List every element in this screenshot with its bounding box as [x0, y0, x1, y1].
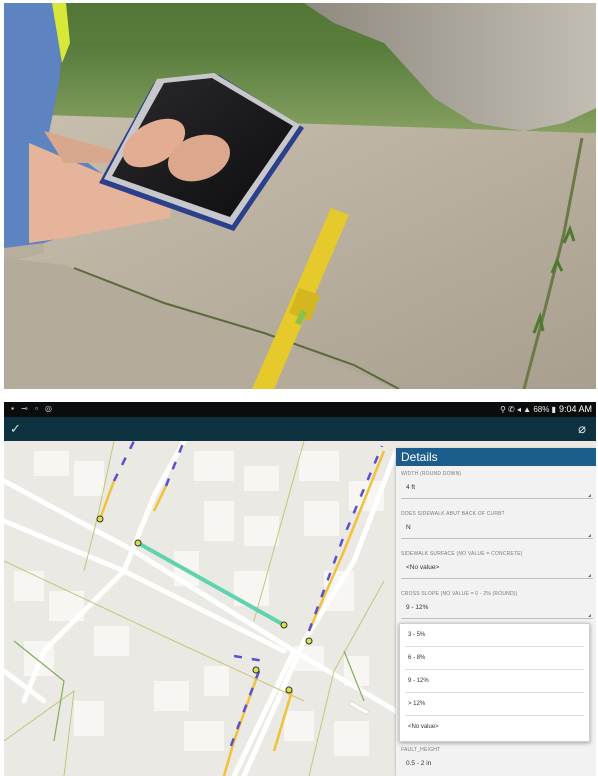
cross-slope-dropdown[interactable]: 3 - 5% 6 - 8% 9 - 12% > 12% <No value> — [399, 623, 590, 742]
field-label: WIDTH (ROUND DOWN) — [401, 471, 462, 477]
image-icon: ▫ — [35, 404, 38, 413]
field-underline — [401, 618, 593, 619]
field-underline — [401, 578, 593, 579]
details-title: Details — [396, 448, 596, 466]
dropdown-arrow-icon — [588, 614, 591, 617]
field-value: 0.5 - 2 in — [406, 760, 432, 767]
dropdown-option[interactable]: 9 - 12% — [400, 670, 589, 693]
key-icon: ⊸ — [21, 404, 28, 413]
field-value: N — [406, 524, 411, 531]
paperclip-icon[interactable]: ⌀ — [574, 421, 590, 437]
dropdown-option[interactable]: 3 - 5% — [400, 624, 589, 647]
dropdown-option[interactable]: 6 - 8% — [400, 647, 589, 670]
compass-icon: ◎ — [45, 404, 52, 413]
field-photo — [4, 3, 596, 389]
check-icon[interactable]: ✓ — [10, 421, 26, 437]
status-time: 9:04 AM — [558, 404, 592, 414]
app-bar: ✓ ⌀ — [4, 417, 596, 441]
dropdown-option[interactable]: <No value> — [400, 716, 589, 739]
dropdown-arrow-icon — [588, 534, 591, 537]
field-label: DOES SIDEWALK ABUT BACK OF CURB? — [401, 511, 505, 517]
tablet-screen: ▪ ⊸ ▫ ◎ ⚲ ✆ ◂ ▲ 68% ▮ 9:04 AM ✓ ⌀ Detail… — [4, 402, 596, 776]
status-indicators: ⚲ ✆ ◂ ▲ 68% ▮ — [499, 404, 556, 414]
field-underline — [401, 498, 593, 499]
field-value: <No value> — [406, 564, 440, 571]
field-value: 9 - 12% — [406, 604, 429, 611]
field-label: SIDEWALK SURFACE (NO VALUE = CONCRETE) — [401, 551, 523, 557]
field-underline — [401, 538, 593, 539]
field-value: 4 ft — [406, 484, 416, 491]
dropdown-option[interactable]: > 12% — [400, 693, 589, 716]
dropdown-arrow-icon — [588, 494, 591, 497]
field-label: CROSS SLOPE (NO VALUE = 0 - 2% (ROUND)) — [401, 591, 518, 597]
sim-icon: ▪ — [11, 404, 14, 413]
field-label: FAULT_HEIGHT — [401, 747, 441, 753]
status-bar: ▪ ⊸ ▫ ◎ ⚲ ✆ ◂ ▲ 68% ▮ 9:04 AM — [4, 402, 596, 417]
dropdown-arrow-icon — [588, 574, 591, 577]
